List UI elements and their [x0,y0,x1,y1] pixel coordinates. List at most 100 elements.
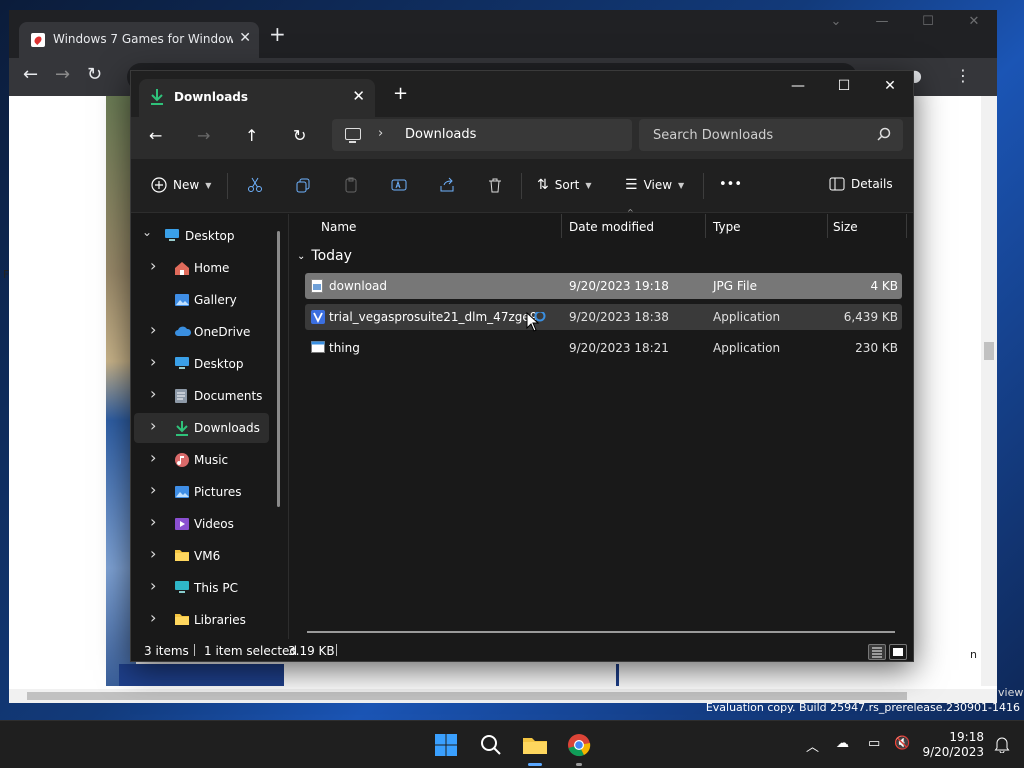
chevron-down-icon[interactable]: ⌄ [142,225,152,239]
volume-muted-icon[interactable]: 🔇 [894,736,910,751]
column-header-type[interactable]: Type [713,214,741,240]
scissors-icon [248,177,262,192]
copy-button[interactable] [295,177,311,193]
cut-button[interactable] [247,177,263,193]
tiles-view-button[interactable] [889,644,907,660]
system-clock[interactable]: 19:18 9/20/2023 [922,730,984,760]
table-row[interactable]: thing 9/20/2023 18:21 Application 230 KB [305,335,902,361]
rename-icon [391,179,407,191]
sidebar-item-desktop[interactable]: ⌄ Desktop [134,221,269,251]
sidebar-item-this-pc[interactable]: › This PC [134,573,269,603]
details-view-button[interactable] [868,644,886,660]
more-options-icon[interactable]: ••• [719,177,742,192]
horizontal-scrollbar[interactable] [307,631,895,633]
browser-tabbar: Windows 7 Games for Windows ✕ + ⌄ — ☐ ✕ [9,10,997,58]
sidebar-item-videos[interactable]: › Videos [134,509,269,539]
sidebar-item-vm6[interactable]: › VM6 [134,541,269,571]
chevron-right-icon[interactable]: › [150,608,156,627]
network-icon[interactable]: ▭ [868,736,880,751]
breadcrumb-downloads[interactable]: Downloads [405,127,476,142]
back-icon[interactable]: ← [149,126,162,145]
up-icon[interactable]: ↑ [245,126,258,145]
sidebar-item-onedrive[interactable]: › OneDrive [134,317,269,347]
notification-bell-icon[interactable] [994,735,1010,756]
minimize-icon[interactable]: — [775,71,821,103]
chevron-right-icon[interactable]: › [150,544,156,563]
address-bar[interactable]: › Downloads [332,119,632,151]
chevron-right-icon[interactable]: › [150,384,156,403]
new-tab-icon[interactable]: + [393,83,408,104]
browser-tab[interactable]: Windows 7 Games for Windows ✕ [19,22,259,58]
details-view-icon [872,647,882,658]
close-icon[interactable]: ✕ [867,71,913,103]
sidebar-item-gallery[interactable]: Gallery [134,285,269,315]
pc-icon [174,580,190,597]
paste-button[interactable] [343,177,359,193]
column-divider[interactable] [906,214,907,238]
solitaire-favicon-icon [31,33,45,47]
search-button[interactable] [475,729,507,761]
chevron-right-icon[interactable]: › [150,256,156,275]
maximize-icon[interactable]: ☐ [821,71,867,103]
forward-icon[interactable]: → [197,126,210,145]
onedrive-status-icon[interactable]: ☁ [836,736,849,751]
back-icon[interactable]: ← [23,64,38,85]
search-input[interactable] [639,119,903,151]
sidebar-item-label: Home [194,261,230,275]
column-header-date[interactable]: Date modified [569,214,654,240]
group-header-today[interactable]: ⌄ Today [297,248,352,264]
new-button[interactable]: New ▼ [151,177,211,193]
chevron-right-icon[interactable]: › [150,480,156,499]
start-button[interactable] [430,729,462,761]
chevron-right-icon[interactable]: › [150,448,156,467]
sidebar-item-documents[interactable]: › Documents [134,381,269,411]
details-pane-button[interactable]: Details [829,177,893,191]
chevron-up-icon[interactable]: ︿ [806,736,819,755]
sidebar-item-desktop[interactable]: › Desktop [134,349,269,379]
rename-button[interactable] [391,177,407,193]
close-tab-icon[interactable]: ✕ [352,87,365,105]
close-tab-icon[interactable]: ✕ [239,30,251,46]
column-divider[interactable] [561,214,562,238]
new-tab-icon[interactable]: + [269,22,286,46]
column-divider[interactable] [827,214,828,238]
forward-icon[interactable]: → [55,64,70,85]
minimize-icon[interactable]: — [859,14,905,29]
chevron-right-icon[interactable]: › [150,320,156,339]
table-row[interactable]: trial_vegasprosuite21_dlm_47zge9 9/20/202… [305,304,902,330]
page-vertical-scrollbar[interactable] [981,96,997,686]
reload-icon[interactable]: ↻ [87,64,102,85]
column-header-size[interactable]: Size [833,214,858,240]
pc-icon [345,128,361,143]
divider [703,173,704,199]
sort-button[interactable]: ⇅ Sort ▼ [537,177,592,193]
table-row[interactable]: download 9/20/2023 19:18 JPG File 4 KB [305,273,902,299]
sidebar-item-home[interactable]: › Home [134,253,269,283]
scrollbar-thumb[interactable] [27,692,907,700]
explorer-tab-downloads[interactable]: Downloads ✕ [139,79,375,117]
delete-button[interactable] [487,177,503,193]
file-date-modified: 9/20/2023 18:38 [569,310,669,324]
close-icon[interactable]: ✕ [951,14,997,29]
chevron-right-icon[interactable]: › [150,576,156,595]
sidebar-item-libraries[interactable]: › Libraries [134,605,269,635]
view-button[interactable]: ☰ View ▼ [625,177,684,193]
nav-scrollbar[interactable] [277,231,280,507]
chevron-right-icon[interactable]: › [150,512,156,531]
column-divider[interactable] [705,214,706,238]
chevron-right-icon[interactable]: › [378,126,383,141]
refresh-icon[interactable]: ↻ [293,126,306,145]
maximize-icon[interactable]: ☐ [905,14,951,29]
scrollbar-thumb[interactable] [984,342,994,360]
tab-search-icon[interactable]: ⌄ [813,14,859,29]
sidebar-item-downloads[interactable]: › Downloads [134,413,269,443]
sidebar-item-music[interactable]: › Music [134,445,269,475]
taskbar-chrome[interactable] [563,729,595,766]
column-header-name[interactable]: Name [321,214,356,240]
sidebar-item-pictures[interactable]: › Pictures [134,477,269,507]
chevron-right-icon[interactable]: › [150,416,156,435]
share-button[interactable] [439,177,455,193]
taskbar-file-explorer[interactable] [519,729,551,766]
search-icon[interactable] [877,127,891,144]
chevron-right-icon[interactable]: › [150,352,156,371]
